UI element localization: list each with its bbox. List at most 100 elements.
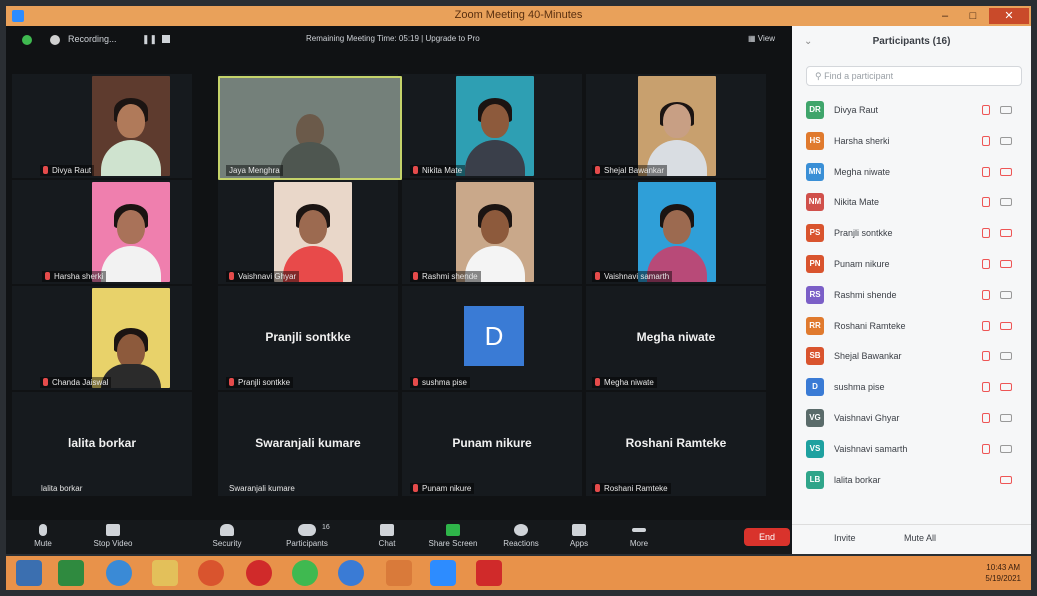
mute-button[interactable]: Mute [8, 524, 78, 548]
zoom-taskbar-icon[interactable] [430, 560, 456, 586]
close-button[interactable]: ✕ [989, 8, 1029, 24]
camera-icon[interactable] [1000, 106, 1012, 114]
video-tile[interactable]: Punam nikure Punam nikure [402, 392, 582, 496]
pdf-reader-icon[interactable] [476, 560, 502, 586]
participant-row[interactable]: MN Megha niwate [804, 158, 1022, 189]
participant-list: DR Divya Raut HS Harsha sherki MN Megha niwat… [804, 96, 1022, 496]
participants-panel: ⌄ Participants (16) ⚲ Find a participant… [792, 26, 1031, 554]
video-tile[interactable]: Roshani Ramteke Roshani Ramteke [586, 392, 766, 496]
chrome-icon[interactable] [292, 560, 318, 586]
muted-mic-icon[interactable] [982, 166, 990, 177]
participant-row[interactable]: HS Harsha sherki [804, 127, 1022, 158]
app-icon[interactable] [386, 560, 412, 586]
muted-mic-icon[interactable] [982, 258, 990, 269]
participant-row[interactable]: Dsushma pise [804, 373, 1022, 404]
file-explorer-icon[interactable] [152, 560, 178, 586]
minimize-button[interactable]: – [935, 8, 955, 24]
shield-icon[interactable] [22, 35, 32, 45]
reactions-icon [514, 524, 528, 536]
participant-name-tag: Rashmi shende [410, 271, 481, 282]
participant-row[interactable]: DR Divya Raut [804, 96, 1022, 127]
view-button[interactable]: ▦ View [748, 34, 775, 43]
video-tile[interactable]: Vaishnavi Ghyar [218, 180, 398, 284]
video-tile[interactable]: Swaranjali kumare Swaranjali kumare [218, 392, 398, 496]
security-button[interactable]: Security [192, 524, 262, 548]
muted-mic-icon[interactable] [982, 135, 990, 146]
video-tile[interactable]: Jaya Menghra [218, 74, 402, 180]
start-button-icon[interactable] [16, 560, 42, 586]
participant-video [92, 76, 170, 176]
muted-mic-icon[interactable] [982, 289, 990, 300]
video-tile[interactable]: Rashmi shende [402, 180, 582, 284]
camera-icon[interactable] [1000, 475, 1012, 484]
firefox-icon[interactable] [198, 560, 224, 586]
time-remaining-banner[interactable]: Remaining Meeting Time: 05:19 | Upgrade … [306, 34, 480, 43]
participant-row[interactable]: PN Punam nikure [804, 250, 1022, 281]
camera-icon[interactable] [1000, 444, 1012, 453]
participant-name: lalita borkar [834, 474, 881, 485]
video-tile[interactable]: Chanda Jaiswal [12, 286, 192, 390]
video-tile[interactable]: Pranjli sontkke Pranjli sontkke [218, 286, 398, 390]
muted-mic-icon[interactable] [982, 382, 990, 393]
share-screen-button[interactable]: Share Screen [418, 524, 488, 548]
internet-explorer-icon[interactable] [106, 560, 132, 586]
participant-name: Punam nikure [834, 258, 890, 269]
muted-mic-icon[interactable] [982, 351, 990, 362]
muted-mic-icon[interactable] [982, 228, 990, 239]
muted-mic-icon[interactable] [982, 197, 990, 208]
video-tile[interactable]: Shejal Bawankar [586, 74, 766, 178]
participant-name: Shejal Bawankar [834, 351, 902, 362]
video-tile[interactable]: lalita borkar lalita borkar [12, 392, 192, 496]
muted-mic-icon [413, 166, 418, 174]
camera-icon[interactable] [1000, 321, 1012, 330]
participant-row[interactable]: RS Rashmi shende [804, 281, 1022, 312]
participant-name: Pranjli sontkke [238, 378, 291, 387]
video-tile[interactable]: Megha niwate Megha niwate [586, 286, 766, 390]
participant-row[interactable]: SB Shejal Bawankar [804, 342, 1022, 373]
camera-icon[interactable] [1000, 136, 1012, 145]
video-tile[interactable]: Divya Raut [12, 74, 192, 178]
opera-icon[interactable] [246, 560, 272, 586]
video-tile[interactable]: D sushma pise [402, 286, 582, 390]
video-tile[interactable]: Vaishnavi samarth [586, 180, 766, 284]
invite-button[interactable]: Invite [834, 533, 856, 543]
camera-icon[interactable] [1000, 167, 1012, 176]
camera-icon[interactable] [1000, 290, 1012, 299]
maximize-button[interactable]: □ [961, 8, 985, 24]
muted-mic-icon[interactable] [982, 320, 990, 331]
participant-search-input[interactable]: ⚲ Find a participant [806, 66, 1022, 86]
muted-mic-icon[interactable] [982, 443, 990, 454]
mute-all-button[interactable]: Mute All [904, 533, 936, 543]
participant-row[interactable]: NM Nikita Mate [804, 188, 1022, 219]
stop-recording-button[interactable] [162, 35, 170, 43]
apps-icon [572, 524, 586, 536]
participant-avatar: VS [806, 439, 824, 458]
participant-row[interactable]: LB lalita borkar [804, 466, 1022, 497]
microphone-icon [39, 524, 47, 536]
more-button[interactable]: More [604, 524, 674, 548]
pause-recording-button[interactable]: ❚❚ [142, 34, 157, 45]
participant-row[interactable]: VG Vaishnavi Ghyar [804, 404, 1022, 435]
muted-mic-icon[interactable] [982, 105, 990, 115]
stop-video-button[interactable]: Stop Video [78, 524, 148, 548]
camera-icon[interactable] [1000, 413, 1012, 422]
participants-button[interactable]: Participants 16 [272, 524, 342, 548]
browser-icon[interactable] [338, 560, 364, 586]
chat-button[interactable]: Chat [352, 524, 422, 548]
participant-row[interactable]: VS Vaishnavi samarth [804, 435, 1022, 466]
camera-icon[interactable] [1000, 383, 1012, 392]
participant-row[interactable]: RR Roshani Ramteke [804, 312, 1022, 343]
participant-row[interactable]: PS Pranjli sontkke [804, 219, 1022, 250]
participant-name-tag: Harsha sherki [42, 271, 107, 282]
end-meeting-button[interactable]: End [744, 528, 790, 546]
app-icon[interactable] [58, 560, 84, 586]
muted-mic-icon[interactable] [982, 412, 990, 423]
camera-icon[interactable] [1000, 259, 1012, 268]
camera-icon[interactable] [1000, 352, 1012, 361]
participant-display-name: lalita borkar [67, 436, 137, 450]
video-tile[interactable]: Harsha sherki [12, 180, 192, 284]
camera-icon[interactable] [1000, 229, 1012, 238]
video-tile[interactable]: Nikita Mate [402, 74, 582, 178]
camera-icon[interactable] [1000, 198, 1012, 207]
system-clock[interactable]: 10:43 AM 5/19/2021 [985, 562, 1021, 584]
